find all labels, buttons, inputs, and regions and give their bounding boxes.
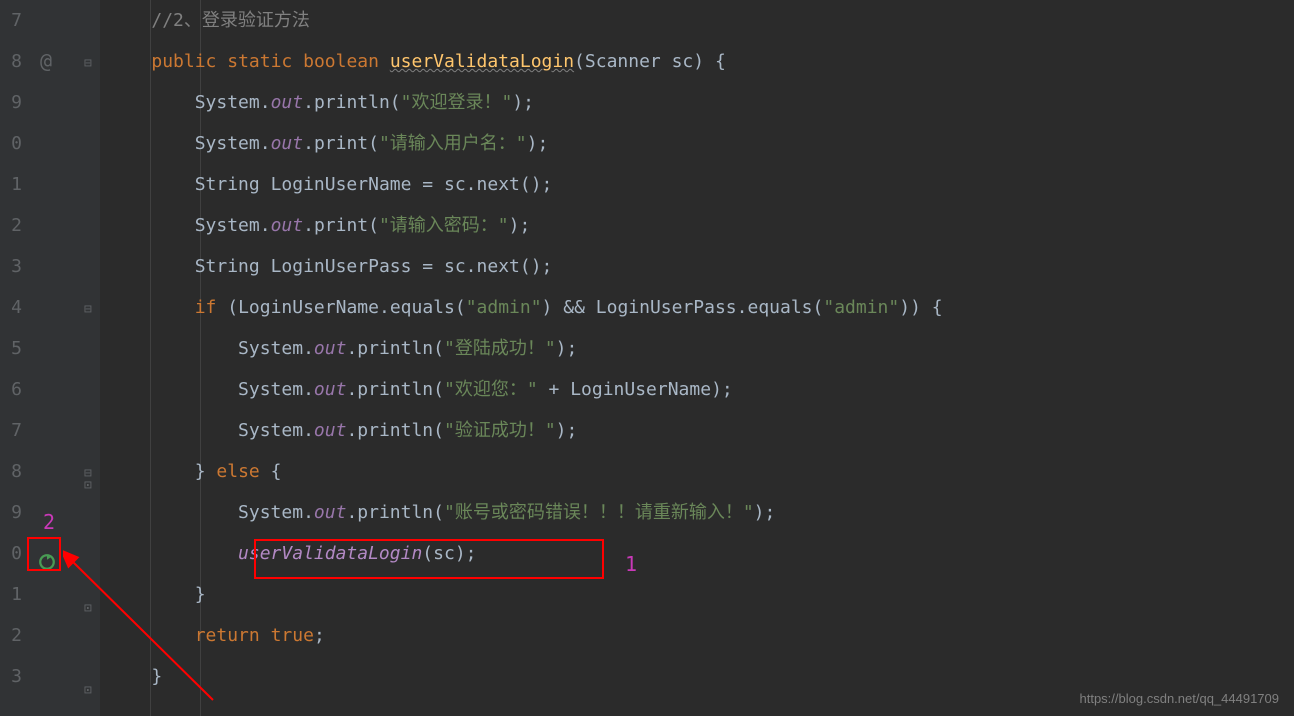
recursive-call-icon[interactable] — [38, 553, 56, 571]
fold-column: ⊟ ⊟ ⊟ ⊡ ⊡ ⊡ — [80, 0, 100, 716]
code-content[interactable]: //2、登录验证方法 public static boolean userVal… — [100, 0, 1294, 716]
code-line[interactable]: String LoginUserPass = sc.next(); — [108, 246, 1294, 287]
line-number: 0 — [0, 533, 22, 574]
line-number: 3 — [0, 246, 22, 287]
line-number: 4 — [0, 287, 22, 328]
line-number: 2 — [0, 205, 22, 246]
line-number: 7 — [0, 0, 22, 41]
code-line[interactable]: System.out.print("请输入用户名："); — [108, 123, 1294, 164]
line-number: 7 — [0, 410, 22, 451]
method-declaration: userValidataLogin — [390, 51, 574, 72]
code-editor[interactable]: 7 8 9 0 1 2 3 4 5 6 7 8 9 0 1 2 3 @ ⊟ ⊟ … — [0, 0, 1294, 716]
gutter-marks-column: @ — [30, 0, 80, 716]
code-line[interactable]: } — [108, 574, 1294, 615]
code-line[interactable]: System.out.println("验证成功！"); — [108, 410, 1294, 451]
code-line[interactable]: System.out.print("请输入密码："); — [108, 205, 1294, 246]
fold-end-icon[interactable]: ⊡ — [84, 601, 96, 613]
code-line[interactable]: System.out.println("账号或密码错误！！！请重新输入！"); — [108, 492, 1294, 533]
line-number: 0 — [0, 123, 22, 164]
line-number: 3 — [0, 656, 22, 697]
code-line[interactable]: System.out.println("欢迎登录！"); — [108, 82, 1294, 123]
code-line[interactable]: String LoginUserName = sc.next(); — [108, 164, 1294, 205]
fold-collapse-icon[interactable]: ⊟ — [84, 302, 96, 314]
line-number: 9 — [0, 82, 22, 123]
line-number-gutter: 7 8 9 0 1 2 3 4 5 6 7 8 9 0 1 2 3 — [0, 0, 30, 716]
fold-end-icon[interactable]: ⊡ — [84, 478, 96, 490]
code-line[interactable]: return true; — [108, 615, 1294, 656]
line-number: 1 — [0, 164, 22, 205]
line-number: 6 — [0, 369, 22, 410]
fold-collapse-icon[interactable]: ⊟ — [84, 466, 96, 478]
fold-end-icon[interactable]: ⊡ — [84, 683, 96, 695]
code-line[interactable]: public static boolean userValidataLogin(… — [108, 41, 1294, 82]
recursive-method-call: userValidataLogin — [238, 543, 422, 564]
line-number: 8 — [0, 451, 22, 492]
code-line[interactable]: if (LoginUserName.equals("admin") && Log… — [108, 287, 1294, 328]
line-number: 2 — [0, 615, 22, 656]
override-marker-icon[interactable]: @ — [40, 41, 52, 82]
line-number: 1 — [0, 574, 22, 615]
line-number: 5 — [0, 328, 22, 369]
code-line[interactable]: //2、登录验证方法 — [108, 0, 1294, 41]
code-line[interactable]: System.out.println("欢迎您：" + LoginUserNam… — [108, 369, 1294, 410]
line-number: 9 — [0, 492, 22, 533]
code-line[interactable]: } else { — [108, 451, 1294, 492]
line-number: 8 — [0, 41, 22, 82]
watermark-text: https://blog.csdn.net/qq_44491709 — [1080, 691, 1280, 706]
code-line[interactable]: userValidataLogin(sc); — [108, 533, 1294, 574]
code-line[interactable]: System.out.println("登陆成功！"); — [108, 328, 1294, 369]
comment-text: //2、登录验证方法 — [151, 10, 310, 31]
fold-collapse-icon[interactable]: ⊟ — [84, 56, 96, 68]
